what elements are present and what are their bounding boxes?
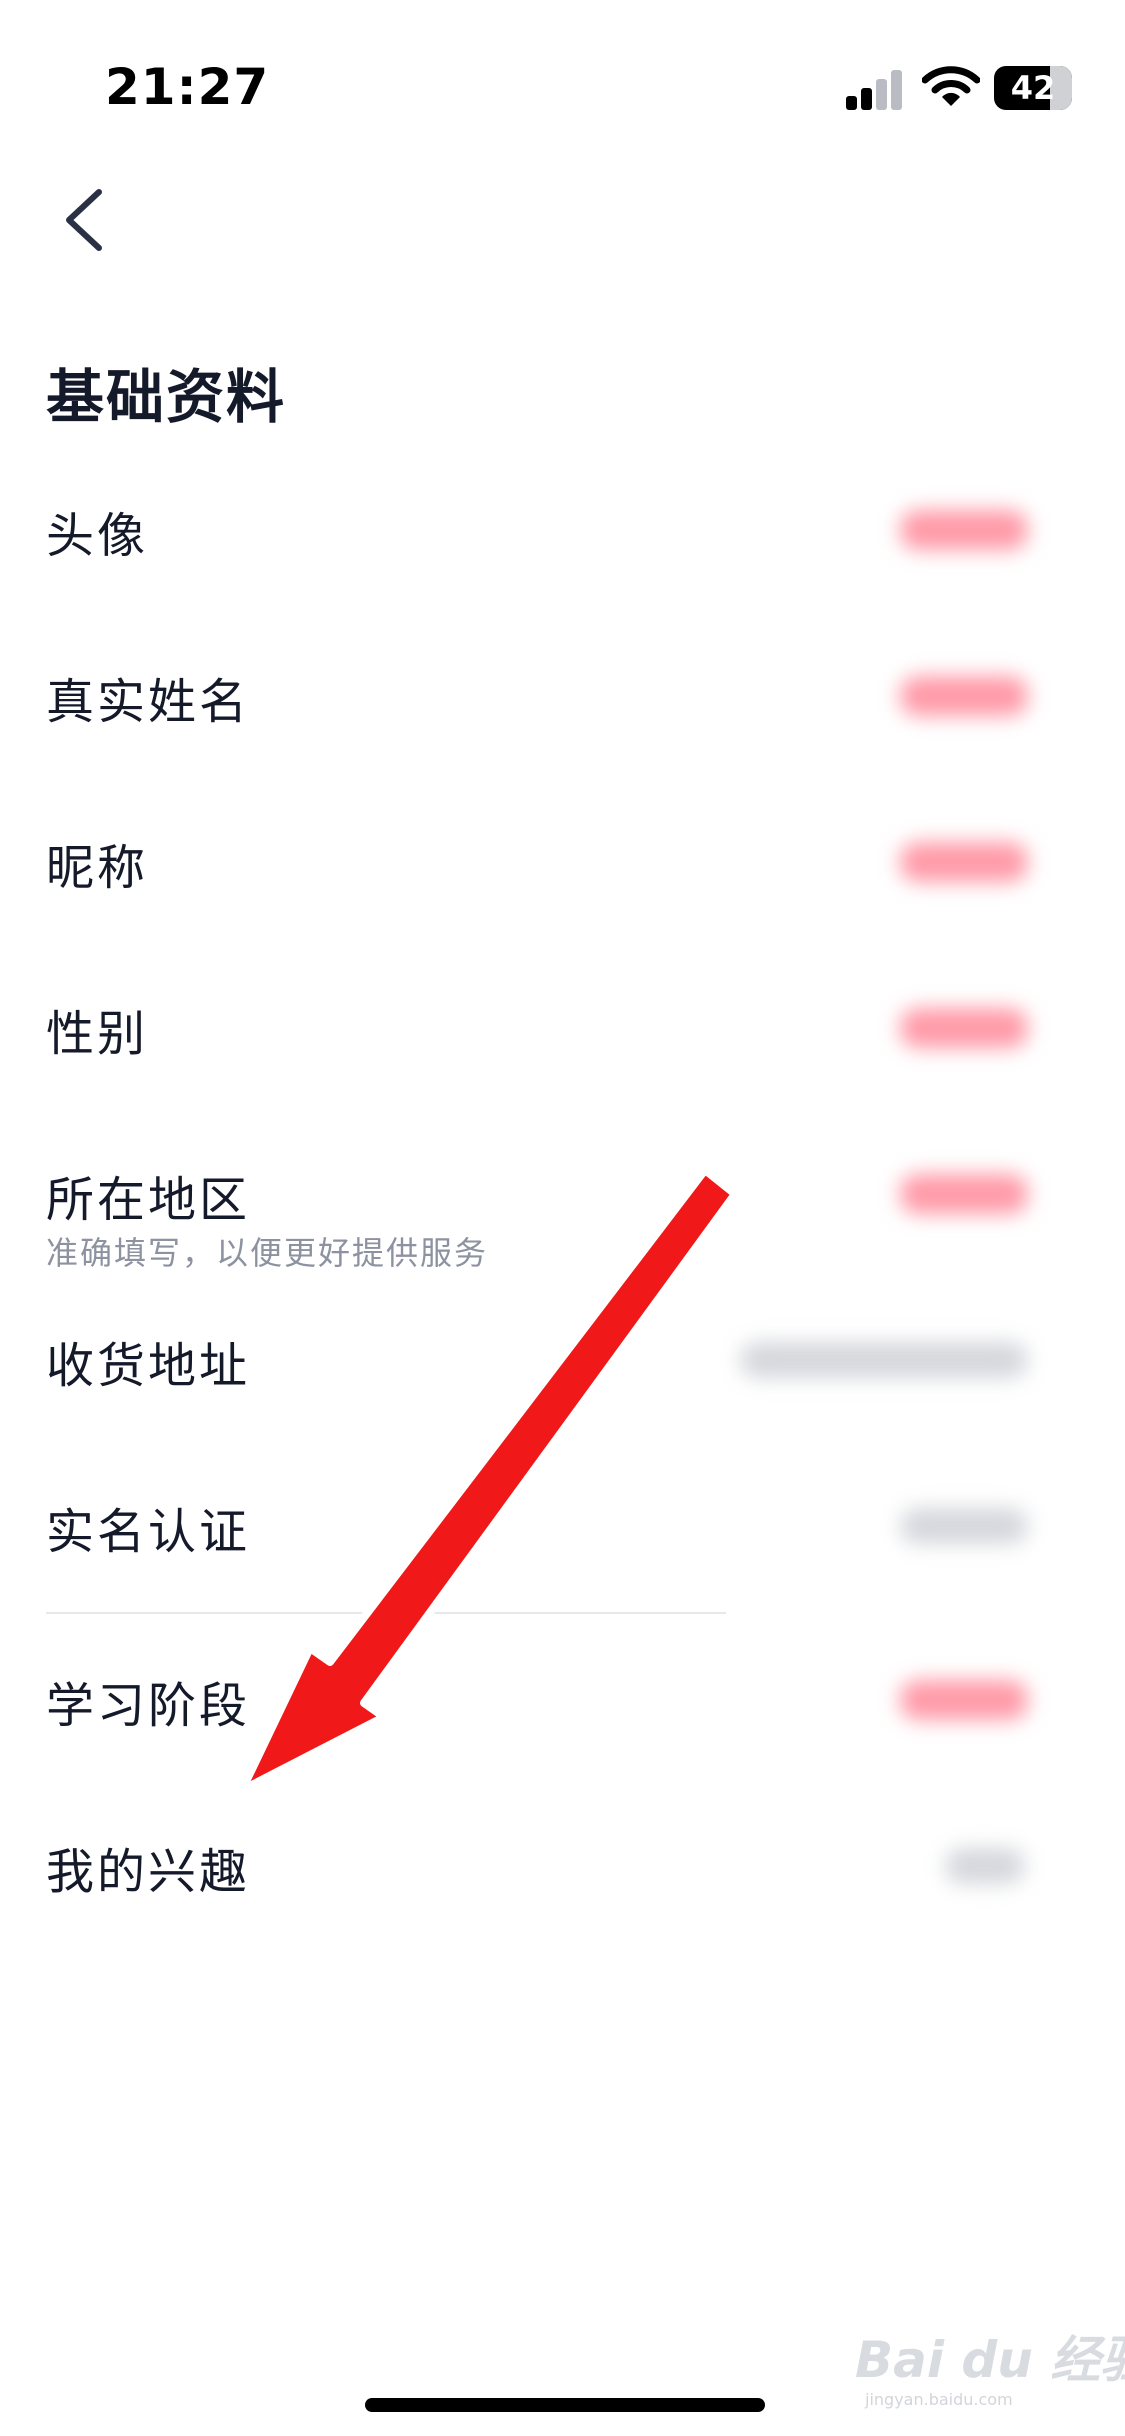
row-hint: 准确填写，以便更好提供服务 <box>46 1234 489 1272</box>
row-label: 实名认证 <box>46 1504 251 1560</box>
row-label: 我的兴趣 <box>46 1844 251 1900</box>
page-title: 基础资料 <box>46 363 287 431</box>
row-avatar[interactable]: 头像 <box>0 446 1125 612</box>
wifi-icon <box>922 66 980 106</box>
row-value-blurred <box>740 1342 1028 1378</box>
divider <box>46 1612 726 1614</box>
row-value-blurred <box>900 510 1028 550</box>
back-button[interactable] <box>55 180 115 260</box>
row-nickname[interactable]: 昵称 <box>0 778 1125 944</box>
row-gender[interactable]: 性别 <box>0 944 1125 1110</box>
row-label: 学习阶段 <box>46 1678 251 1734</box>
row-label: 性别 <box>46 1006 149 1062</box>
cellular-signal-icon <box>846 68 902 110</box>
battery-icon: 42 <box>994 66 1072 110</box>
row-label: 头像 <box>46 508 149 564</box>
row-interests[interactable]: 我的兴趣 <box>0 1782 1125 1948</box>
row-value-blurred <box>900 1508 1028 1544</box>
row-real-name[interactable]: 真实姓名 <box>0 612 1125 778</box>
home-indicator[interactable] <box>365 2398 765 2412</box>
row-value-blurred <box>945 1848 1025 1884</box>
row-shipping-address[interactable]: 收货地址 <box>0 1276 1125 1442</box>
row-label: 收货地址 <box>46 1338 251 1394</box>
row-label: 真实姓名 <box>46 674 251 730</box>
row-study-stage[interactable]: 学习阶段 <box>0 1616 1125 1782</box>
row-value-blurred <box>900 1680 1028 1720</box>
row-value-blurred <box>900 842 1028 882</box>
row-value-blurred <box>900 1008 1028 1048</box>
row-label: 昵称 <box>46 840 149 896</box>
watermark-site: jingyan.baidu.com <box>865 2390 1013 2409</box>
watermark: Bai du 经验 jingyan.baidu.com <box>855 2300 1125 2410</box>
row-region[interactable]: 所在地区 准确填写，以便更好提供服务 <box>0 1110 1125 1276</box>
row-real-name-verification[interactable]: 实名认证 <box>0 1442 1125 1608</box>
row-label: 所在地区 <box>46 1172 251 1228</box>
battery-percent: 42 <box>1010 69 1056 107</box>
row-value-blurred <box>900 1174 1028 1214</box>
status-time: 21:27 <box>105 58 270 116</box>
status-bar: 21:27 42 <box>0 0 1125 140</box>
watermark-brand: Bai du 经验 <box>855 2331 1125 2389</box>
chevron-left-icon <box>66 189 102 251</box>
row-value-blurred <box>900 676 1028 716</box>
